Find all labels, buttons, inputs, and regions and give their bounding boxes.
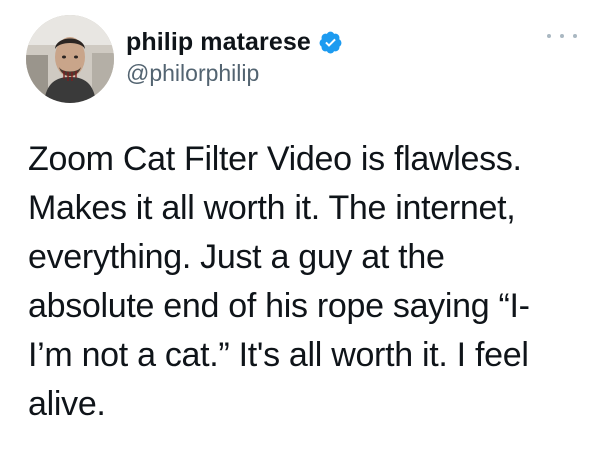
tweet-text: Zoom Cat Filter Video is flawless. Makes… [28, 135, 588, 429]
avatar-image [26, 15, 114, 103]
tweet-text-line: everything. Just a guy at the [28, 238, 445, 276]
more-dot [573, 34, 577, 38]
tweet-text-line: absolute end of his rope saying “I- [28, 287, 530, 325]
tweet-text-line: I’m not a cat.” It's all worth it. I fee… [28, 336, 529, 374]
tweet-text-line: Zoom Cat Filter Video is flawless. [28, 140, 522, 178]
author-handle[interactable]: @philorphilip [126, 58, 259, 88]
tweet-text-line: Makes it all worth it. The internet, [28, 189, 516, 227]
more-options-icon[interactable] [547, 28, 577, 44]
verified-badge-icon [318, 30, 343, 55]
more-dot [560, 34, 564, 38]
author-name-row[interactable]: philip matarese [126, 26, 343, 58]
tweet-text-line: alive. [28, 385, 106, 423]
tweet-card: philip matarese @philorphilip Zoom Cat F… [0, 0, 599, 466]
author-avatar[interactable] [26, 15, 114, 103]
author-display-name[interactable]: philip matarese [126, 26, 311, 58]
more-dot [547, 34, 551, 38]
